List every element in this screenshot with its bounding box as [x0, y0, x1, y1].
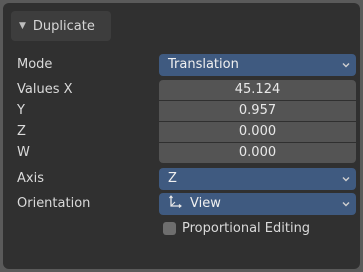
orientation-value: View: [190, 196, 221, 211]
mode-label: Mode: [17, 57, 53, 72]
values-y-label: Y: [17, 103, 25, 118]
values-x-label: Values X: [17, 82, 73, 97]
values-z-row: Z 0.000: [3, 121, 360, 143]
mode-dropdown[interactable]: Translation: [159, 54, 356, 76]
chevron-down-icon: [342, 177, 350, 182]
axis-dropdown[interactable]: Z: [159, 168, 356, 190]
mode-row: Mode Translation: [3, 54, 360, 76]
values-w-row: W 0.000: [3, 142, 360, 164]
orientation-label: Orientation: [17, 196, 91, 211]
axis-row: Axis Z: [3, 168, 360, 190]
values-w-field[interactable]: 0.000: [159, 143, 356, 163]
values-x-row: Values X 45.124: [3, 79, 360, 101]
values-y-row: Y 0.957: [3, 100, 360, 122]
orientation-axes-icon: [169, 195, 182, 208]
triangle-down-icon: ▼: [19, 20, 26, 31]
values-z-label: Z: [17, 124, 26, 139]
proportional-editing-checkbox[interactable]: [163, 222, 176, 235]
axis-label: Axis: [17, 171, 44, 186]
orientation-dropdown[interactable]: View: [159, 193, 356, 215]
orientation-row: Orientation View: [3, 193, 360, 215]
proportional-editing-row[interactable]: Proportional Editing: [3, 218, 360, 240]
chevron-down-icon: [342, 63, 350, 68]
panel-title: Duplicate: [32, 18, 95, 34]
chevron-down-icon: [342, 202, 350, 207]
mode-value: Translation: [168, 57, 239, 72]
panel-header[interactable]: ▼ Duplicate: [11, 11, 111, 41]
values-z-field[interactable]: 0.000: [159, 122, 356, 142]
redo-last-panel: ▼ Duplicate Mode Translation Values X 45…: [3, 3, 360, 269]
axis-value: Z: [168, 171, 177, 186]
values-x-field[interactable]: 45.124: [159, 80, 356, 100]
values-y-field[interactable]: 0.957: [159, 101, 356, 121]
proportional-editing-label: Proportional Editing: [182, 221, 311, 236]
values-w-label: W: [17, 145, 30, 160]
